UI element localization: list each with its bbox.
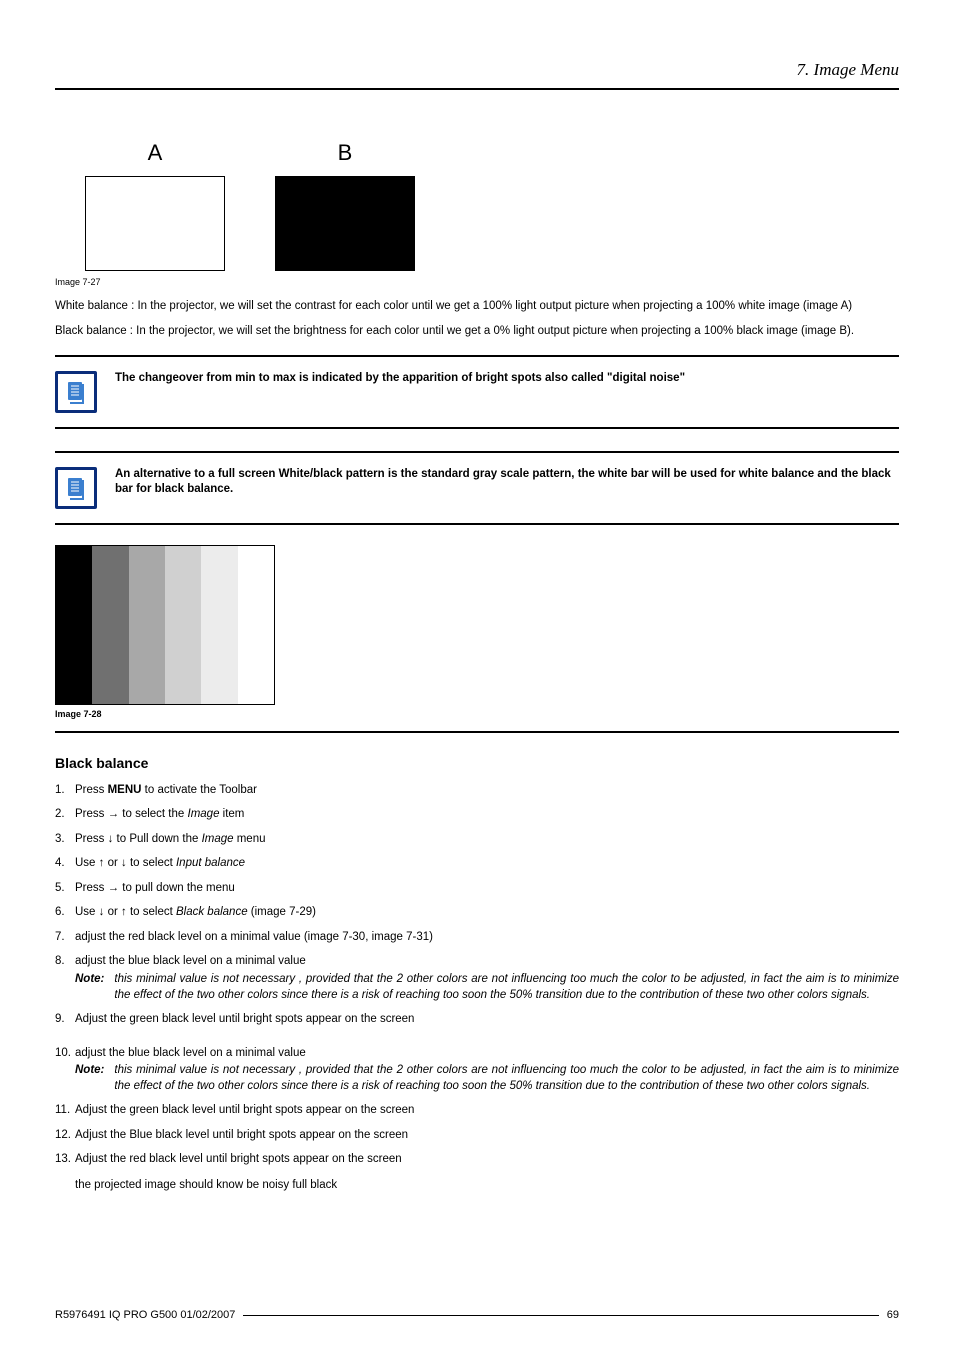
step-note: Note: this minimal value is not necessary… bbox=[75, 1063, 899, 1094]
note-text: this minimal value is not necessary , pr… bbox=[114, 972, 899, 1003]
step-item: 5. Press → to pull down the menu bbox=[55, 881, 899, 897]
white-balance-paragraph: White balance : In the projector, we wil… bbox=[55, 299, 899, 314]
footer-left: R5976491 IQ PRO G500 01/02/2007 bbox=[55, 1309, 235, 1321]
white-image-box bbox=[85, 176, 225, 271]
step-number: 7. bbox=[55, 930, 65, 946]
info-block-2: An alternative to a full screen White/bl… bbox=[55, 451, 899, 525]
step-item: 2. Press → to select the Image item bbox=[55, 807, 899, 823]
step-item: 3. Press ↓ to Pull down the Image menu bbox=[55, 832, 899, 848]
step-text: adjust the red black level on a minimal … bbox=[75, 931, 433, 943]
grayscale-bar bbox=[56, 546, 92, 704]
step-italic: Black balance bbox=[176, 906, 248, 918]
step-number: 5. bbox=[55, 881, 65, 897]
step-bold: MENU bbox=[108, 784, 142, 796]
section-rule bbox=[55, 731, 899, 733]
step-item: 7. adjust the red black level on a minima… bbox=[55, 930, 899, 946]
grayscale-bar bbox=[129, 546, 165, 704]
step-text: Use ↑ or ↓ to select Input balance bbox=[75, 857, 245, 869]
step-number: 8. bbox=[55, 954, 65, 970]
section-heading: Black balance bbox=[55, 755, 899, 771]
step-number: 2. bbox=[55, 807, 65, 823]
footer-line bbox=[243, 1315, 878, 1316]
step-item: 4. Use ↑ or ↓ to select Input balance bbox=[55, 856, 899, 872]
step-italic: Input balance bbox=[176, 857, 245, 869]
note-label: Note: bbox=[75, 1063, 104, 1094]
image-comparison-row: A B bbox=[85, 140, 899, 271]
step-item: 13. Adjust the red black level until brig… bbox=[55, 1152, 899, 1193]
info-icon bbox=[55, 467, 97, 509]
step-number: 1. bbox=[55, 783, 65, 799]
page-footer: R5976491 IQ PRO G500 01/02/2007 69 bbox=[55, 1309, 899, 1321]
step-text: Adjust the green black level until brigh… bbox=[75, 1013, 414, 1025]
step-number: 9. bbox=[55, 1012, 65, 1028]
step-item: 8. adjust the blue black level on a minim… bbox=[55, 954, 899, 1003]
black-image-box bbox=[275, 176, 415, 271]
footer-page-number: 69 bbox=[887, 1309, 899, 1321]
info-block-1: The changeover from min to max is indica… bbox=[55, 355, 899, 429]
step-item: 6. Use ↓ or ↑ to select Black balance (im… bbox=[55, 905, 899, 921]
info-icon bbox=[55, 371, 97, 413]
step-text: Press ↓ to Pull down the Image menu bbox=[75, 833, 266, 845]
grayscale-bar bbox=[165, 546, 201, 704]
label-a: A bbox=[148, 140, 163, 166]
step-text: Adjust the Blue black level until bright… bbox=[75, 1129, 408, 1141]
label-b: B bbox=[338, 140, 353, 166]
step-text: Press → to select the Image item bbox=[75, 808, 244, 820]
image-caption-7-28: Image 7-28 bbox=[55, 709, 899, 719]
step-text: Adjust the green black level until brigh… bbox=[75, 1104, 414, 1116]
step-text: Adjust the red black level until bright … bbox=[75, 1153, 402, 1165]
step-after-text: the projected image should know be noisy… bbox=[75, 1178, 899, 1194]
grayscale-pattern bbox=[55, 545, 275, 705]
grayscale-bar bbox=[238, 546, 274, 704]
step-item: 1. Press MENU to activate the Toolbar bbox=[55, 783, 899, 799]
note-label: Note: bbox=[75, 972, 104, 1003]
step-text: Press → to pull down the menu bbox=[75, 882, 235, 894]
step-number: 12. bbox=[55, 1128, 71, 1144]
step-text: adjust the blue black level on a minimal… bbox=[75, 1047, 306, 1059]
step-text: adjust the blue black level on a minimal… bbox=[75, 955, 306, 967]
step-italic: Image bbox=[188, 808, 220, 820]
grayscale-bar bbox=[92, 546, 128, 704]
header-rule bbox=[55, 88, 899, 90]
note-text: this minimal value is not necessary , pr… bbox=[114, 1063, 899, 1094]
step-note: Note: this minimal value is not necessary… bbox=[75, 972, 899, 1003]
step-number: 4. bbox=[55, 856, 65, 872]
step-number: 10. bbox=[55, 1046, 71, 1062]
step-number: 3. bbox=[55, 832, 65, 848]
step-item: 9. Adjust the green black level until bri… bbox=[55, 1012, 899, 1028]
step-item: 12. Adjust the Blue black level until bri… bbox=[55, 1128, 899, 1144]
step-item: 11. Adjust the green black level until br… bbox=[55, 1103, 899, 1119]
black-balance-paragraph: Black balance : In the projector, we wil… bbox=[55, 324, 899, 339]
page-header-title: 7. Image Menu bbox=[55, 60, 899, 80]
step-number: 11. bbox=[55, 1103, 70, 1119]
col-a: A bbox=[85, 140, 225, 271]
info-text-2: An alternative to a full screen White/bl… bbox=[115, 467, 899, 498]
col-b: B bbox=[275, 140, 415, 271]
steps-list: 1. Press MENU to activate the Toolbar 2. Pr… bbox=[55, 783, 899, 1193]
step-number: 13. bbox=[55, 1152, 71, 1168]
image-caption-7-27: Image 7-27 bbox=[55, 277, 899, 287]
grayscale-bar bbox=[201, 546, 237, 704]
step-item: 10. adjust the blue black level on a mini… bbox=[55, 1046, 899, 1095]
step-text: Press MENU to activate the Toolbar bbox=[75, 784, 257, 796]
step-text: Use ↓ or ↑ to select Black balance (imag… bbox=[75, 906, 316, 918]
info-text-1: The changeover from min to max is indica… bbox=[115, 371, 899, 387]
step-number: 6. bbox=[55, 905, 65, 921]
step-italic: Image bbox=[202, 833, 234, 845]
